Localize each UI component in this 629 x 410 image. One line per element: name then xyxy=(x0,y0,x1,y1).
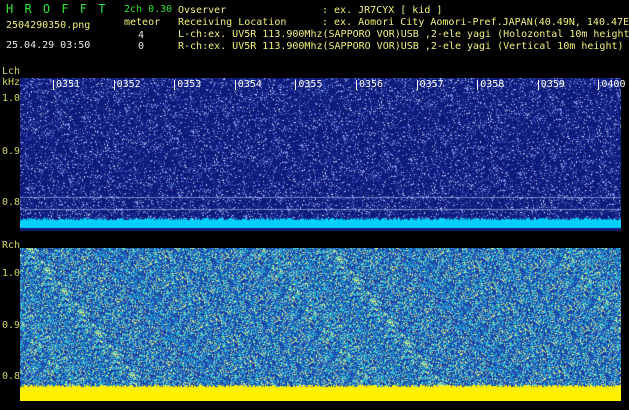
time-tick-mark xyxy=(113,80,115,90)
rch-label: Rch xyxy=(2,240,21,251)
lch-spectrogram xyxy=(20,78,621,231)
observer-value: : ex. JR7CYX [ kid ] xyxy=(322,5,443,16)
datetime-label: 25.04.29 03:50 xyxy=(6,40,91,51)
meteor-count-l: 4 xyxy=(138,30,145,41)
time-tick-mark xyxy=(234,80,236,90)
rch-ytick-2: 0.9 xyxy=(2,320,21,331)
location-label: Receiving Location xyxy=(178,17,287,28)
time-tick-mark xyxy=(598,80,600,90)
time-tick-mark xyxy=(53,80,54,90)
time-tick-label: 0351 xyxy=(56,79,81,90)
location-value: : ex. Aomori City Aomori-Pref.JAPAN(40.4… xyxy=(322,17,629,28)
observer-label: Ovserver xyxy=(178,5,227,16)
lch-ytick-1: 1.0 xyxy=(2,93,21,104)
lch-ytick-3: 0.8 xyxy=(2,197,21,208)
rch-spectrogram xyxy=(20,248,621,401)
time-tick-label: 0354 xyxy=(237,79,262,90)
time-tick-label: 0357 xyxy=(419,79,444,90)
time-tick-mark xyxy=(356,80,357,90)
time-tick-label: 0400 xyxy=(601,79,626,90)
time-tick-mark xyxy=(295,80,297,90)
meteor-count-r: 0 xyxy=(138,41,145,52)
time-tick-label: 0359 xyxy=(540,79,565,90)
lch-ytick-2: 0.9 xyxy=(2,146,21,157)
time-tick-mark xyxy=(537,80,539,90)
rch-info: R-ch:ex. UV5R 113.900Mhz(SAPPORO VOR)USB… xyxy=(178,41,624,52)
time-tick-mark xyxy=(174,80,176,90)
meteor-label: meteor xyxy=(124,17,161,28)
lch-label: Lch xyxy=(2,66,21,77)
time-tick-mark xyxy=(477,80,479,90)
time-tick-label: 0355 xyxy=(298,79,323,90)
lch-unit: kHz xyxy=(2,77,21,88)
time-tick-label: 0358 xyxy=(480,79,505,90)
rch-ytick-1: 1.0 xyxy=(2,268,21,279)
lch-info: L-ch:ex. UV5R 113.900Mhz(SAPPORO VOR)USB… xyxy=(178,29,629,40)
rch-ytick-3: 0.8 xyxy=(2,371,21,382)
time-tick-label: 0352 xyxy=(116,79,141,90)
time-tick-label: 0353 xyxy=(177,79,202,90)
time-tick-mark xyxy=(416,80,418,90)
filename-label: 2504290350.png xyxy=(6,20,91,31)
version-label: 2ch 0.30 xyxy=(124,4,173,15)
time-tick-label: 0356 xyxy=(359,79,384,90)
app-brand: H R O F F T xyxy=(6,2,108,16)
